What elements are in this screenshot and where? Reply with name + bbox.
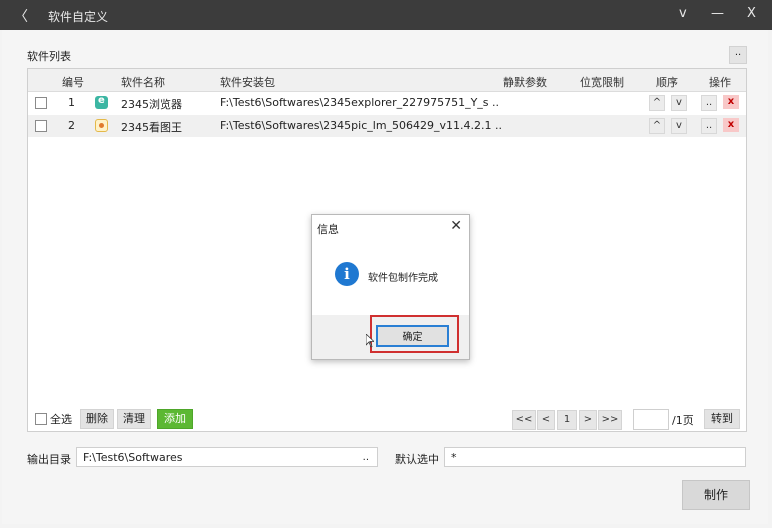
default-selected-label: 默认选中 [395,453,439,466]
window-title: 软件自定义 [48,10,109,24]
clear-button[interactable]: 清理 [117,409,151,429]
image-viewer-icon [95,119,108,132]
info-icon: i [335,262,359,286]
col-name: 软件名称 [121,76,165,89]
browser-icon [95,95,108,109]
prev-page-button[interactable]: < [537,410,555,430]
dropdown-icon[interactable]: v [679,6,687,21]
table-row[interactable]: 2 2345看图王 F:\Test6\Softwares\2345pic_lm_… [28,115,746,137]
goto-button[interactable]: 转到 [704,409,740,429]
make-button[interactable]: 制作 [682,480,750,510]
list-more-button[interactable]: .. [729,46,747,64]
row-checkbox[interactable] [35,97,47,109]
output-dir-value: F:\Test6\Softwares [83,451,183,464]
row-package: F:\Test6\Softwares\2345pic_lm_506429_v11… [220,119,503,132]
first-page-button[interactable]: << [512,410,536,430]
row-index: 1 [68,96,75,109]
table-header: 编号 软件名称 软件安装包 静默参数 位宽限制 顺序 操作 [28,69,746,92]
default-selected-field[interactable]: * [444,447,746,467]
select-all-label[interactable]: 全选 [50,411,72,427]
last-page-button[interactable]: >> [598,410,622,430]
edit-button[interactable]: .. [701,118,717,134]
browse-button[interactable]: .. [363,448,369,467]
col-silent: 静默参数 [503,76,547,89]
col-action: 操作 [709,76,731,89]
next-page-button[interactable]: > [579,410,597,430]
move-up-button[interactable]: ^ [649,118,665,134]
close-icon[interactable]: X [747,6,756,21]
row-name: 2345浏览器 [121,98,182,111]
title-bar: 〈 软件自定义 v — X [0,0,772,30]
move-up-button[interactable]: ^ [649,95,665,111]
minimize-icon[interactable]: — [711,6,724,21]
output-dir-label: 输出目录 [27,453,71,466]
dialog-message: 软件包制作完成 [368,273,438,284]
software-list-label: 软件列表 [27,50,71,63]
highlight-box [370,315,459,353]
table-row[interactable]: 1 2345浏览器 F:\Test6\Softwares\2345explore… [28,92,746,114]
remove-button[interactable]: x [723,118,739,132]
page-total: /1页 [672,414,694,427]
col-package: 软件安装包 [220,76,275,89]
row-checkbox[interactable] [35,120,47,132]
row-name: 2345看图王 [121,121,182,134]
back-icon[interactable]: 〈 [14,6,28,26]
delete-button[interactable]: 删除 [80,409,114,429]
add-button[interactable]: 添加 [157,409,193,429]
default-selected-value: * [451,451,457,464]
move-down-button[interactable]: v [671,95,687,111]
col-order: 顺序 [656,76,678,89]
select-all-checkbox[interactable] [35,413,47,425]
row-package: F:\Test6\Softwares\2345explorer_22797575… [220,96,500,109]
dialog-title: 信息 [317,223,339,236]
col-bits: 位宽限制 [580,76,624,89]
page-input[interactable] [633,409,669,430]
row-index: 2 [68,119,75,132]
mouse-cursor-icon [366,334,374,348]
dialog-close-icon[interactable]: ✕ [450,218,462,234]
current-page[interactable]: 1 [557,410,577,430]
output-dir-field[interactable]: F:\Test6\Softwares .. [76,447,378,467]
remove-button[interactable]: x [723,95,739,109]
col-index: 编号 [62,76,84,89]
edit-button[interactable]: .. [701,95,717,111]
move-down-button[interactable]: v [671,118,687,134]
